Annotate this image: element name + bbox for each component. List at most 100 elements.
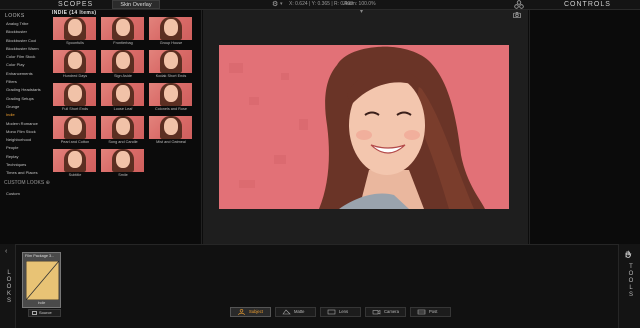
tab-lens[interactable]: Lens: [320, 307, 361, 317]
custom-look-item[interactable]: Custom: [6, 191, 20, 196]
looks-panel: LOOKS Analog Tribe Blockbuster Blockbust…: [0, 10, 202, 244]
thumbnail-image: [101, 17, 144, 40]
tools-vertical-label: T O O L S: [628, 264, 634, 298]
tab-camera[interactable]: Camera: [365, 307, 406, 317]
thumbnail-image: [149, 83, 192, 106]
portrait-photo: [219, 45, 509, 209]
looks-vertical-label: L O O K S: [6, 270, 12, 304]
tab-label: Camera: [384, 309, 399, 314]
look-stack-item[interactable]: Film Package 3... Indie: [22, 252, 61, 308]
thumbnail-label: Smile: [118, 173, 128, 177]
category-item[interactable]: Techniques: [6, 161, 52, 169]
stack-swatch: [25, 260, 60, 301]
hand-icon[interactable]: [624, 250, 632, 258]
category-item[interactable]: Neighborhood: [6, 136, 52, 144]
look-thumbnail[interactable]: Sign Aside: [100, 50, 146, 81]
source-icon: [32, 311, 37, 315]
tab-matte[interactable]: Matte: [275, 307, 316, 317]
category-item-active[interactable]: Indie: [6, 111, 52, 119]
thumbnail-image: [101, 83, 144, 106]
thumbnail-label: Subtitle: [68, 173, 82, 177]
section-title: INDIE (14 Items): [52, 10, 97, 16]
camera-icon[interactable]: [513, 12, 521, 18]
source-label: Source: [39, 310, 52, 315]
stack-label: Indie: [37, 301, 46, 305]
thumbnail-label: Pearl and Cotton: [60, 140, 90, 144]
gear-icon[interactable]: ⚙: [272, 0, 278, 9]
thumbnail-label: Colonels and Rose: [154, 107, 188, 111]
thumbnail-image: [149, 50, 192, 73]
skin-overlay-button[interactable]: Skin Overlay: [112, 0, 160, 9]
category-item[interactable]: Grading Headstarts: [6, 86, 52, 94]
category-item[interactable]: Blockbuster: [6, 28, 52, 36]
custom-looks-heading[interactable]: CUSTOM LOOKS ⊕: [4, 180, 50, 186]
source-button[interactable]: Source: [28, 309, 61, 317]
thumbnail-label: Group House: [159, 41, 183, 45]
look-thumbnail[interactable]: Full Short Ends: [52, 83, 98, 114]
post-icon: [417, 309, 426, 315]
controls-title: CONTROLS: [564, 1, 611, 8]
look-thumbnail[interactable]: Hundred Days: [52, 50, 98, 81]
look-thumbnail[interactable]: Smile: [100, 149, 146, 180]
category-item[interactable]: Filters: [6, 78, 52, 86]
looks-heading: LOOKS: [5, 13, 25, 19]
tab-subject[interactable]: Subject: [230, 307, 271, 317]
thumbnail-label: Song and Candle: [108, 140, 138, 144]
thumbnail-image: [101, 149, 144, 172]
stack-name: Film Package 3...: [25, 254, 55, 258]
compare-icon[interactable]: [514, 0, 524, 9]
look-thumbnail[interactable]: Kodak Short Ends: [148, 50, 194, 81]
category-item[interactable]: Color Film Stock: [6, 53, 52, 61]
category-item[interactable]: Grading Setups: [6, 95, 52, 103]
thumbnail-label: Loose Leaf: [113, 107, 133, 111]
look-thumbnail[interactable]: Mist and Oatmeal: [148, 116, 194, 147]
look-thumbnail[interactable]: Song and Candle: [100, 116, 146, 147]
tab-post[interactable]: Post: [410, 307, 451, 317]
category-item[interactable]: Mono Film Stock: [6, 128, 52, 136]
look-thumbnail[interactable]: Subtitle: [52, 149, 98, 180]
thumbnail-image: [53, 17, 96, 40]
category-item[interactable]: Replay: [6, 153, 52, 161]
chevron-down-icon[interactable]: ▾: [360, 9, 363, 15]
thumbnail-label: Mist and Oatmeal: [156, 140, 186, 144]
category-item[interactable]: Blockbuster Cool: [6, 37, 52, 45]
zoom-readout: Zoom: 100.0%: [343, 1, 376, 7]
category-item[interactable]: Grunge: [6, 103, 52, 111]
thumbnail-image: [101, 50, 144, 73]
thumbnail-label: Hundred Days: [62, 74, 88, 78]
subject-icon: [238, 309, 245, 315]
thumbnail-image: [53, 149, 96, 172]
camera-icon: [372, 310, 381, 315]
category-item[interactable]: Modern Romance: [6, 120, 52, 128]
tab-label: Matte: [294, 309, 305, 314]
thumbnail-label: Kodak Short Ends: [155, 74, 187, 78]
category-item[interactable]: Color Play: [6, 61, 52, 69]
thumbnail-image: [53, 50, 96, 73]
category-item[interactable]: Times and Places: [6, 169, 52, 177]
thumbnail-image: [149, 17, 192, 40]
thumbnail-image: [149, 116, 192, 139]
look-thumbnail[interactable]: Frontierbag: [100, 17, 146, 48]
tab-label: Subject: [249, 309, 263, 314]
look-thumbnail[interactable]: Loose Leaf: [100, 83, 146, 114]
matte-icon: [282, 309, 291, 315]
look-thumbnail[interactable]: Colonels and Rose: [148, 83, 194, 114]
category-item[interactable]: Blockbuster Warm: [6, 45, 52, 53]
thumbnail-label: Spoonfulls: [66, 41, 84, 45]
thumbnail-image: [53, 83, 96, 106]
thumbnail-image: [101, 116, 144, 139]
lens-icon: [327, 309, 336, 315]
category-item[interactable]: People: [6, 144, 52, 152]
thumbnail-label: Full Short Ends: [62, 107, 88, 111]
tab-label: Post: [429, 309, 438, 314]
chevron-down-icon[interactable]: ▾: [280, 0, 283, 9]
category-list: Analog Tribe Blockbuster Blockbuster Coo…: [6, 20, 52, 178]
category-item[interactable]: Enhancements: [6, 70, 52, 78]
look-thumbnail[interactable]: Group House: [148, 17, 194, 48]
look-thumbnail[interactable]: Spoonfulls: [52, 17, 98, 48]
scopes-title: SCOPES: [58, 1, 94, 8]
chevron-left-icon[interactable]: ‹: [5, 248, 7, 255]
thumbnail-label: Frontierbag: [113, 41, 133, 45]
category-item[interactable]: Analog Tribe: [6, 20, 52, 28]
look-thumbnail[interactable]: Pearl and Cotton: [52, 116, 98, 147]
